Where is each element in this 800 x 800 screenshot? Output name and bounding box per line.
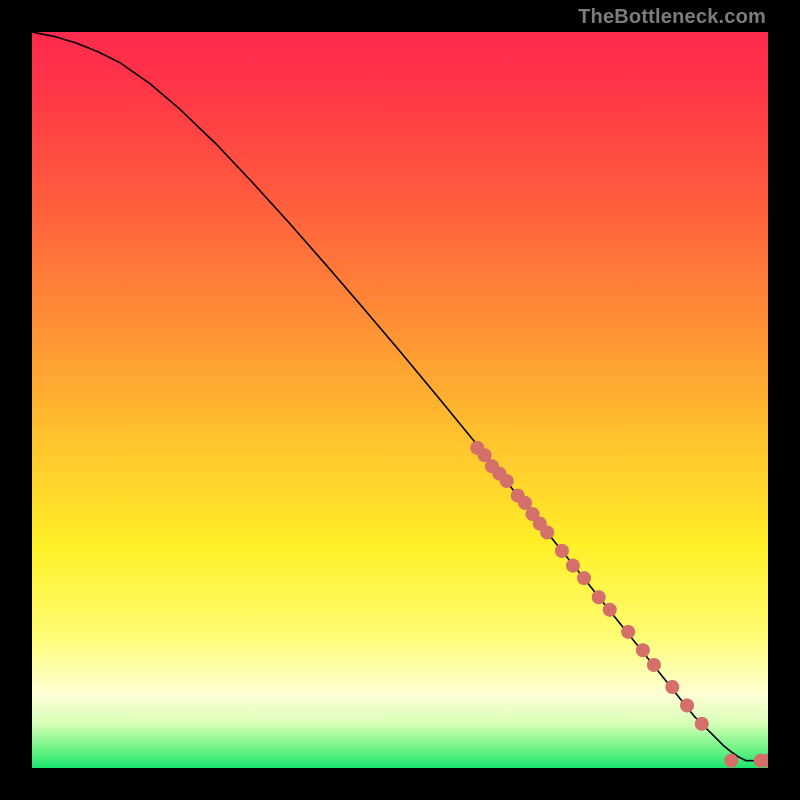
data-point <box>540 525 554 539</box>
data-point <box>577 571 591 585</box>
data-point <box>621 625 635 639</box>
data-point <box>665 680 679 694</box>
chart-stage: TheBottleneck.com <box>0 0 800 800</box>
plot-area <box>32 32 768 768</box>
attribution-label: TheBottleneck.com <box>578 6 766 29</box>
data-point <box>647 658 661 672</box>
data-point <box>566 559 580 573</box>
data-point <box>636 643 650 657</box>
data-point <box>592 590 606 604</box>
data-point <box>603 603 617 617</box>
data-point <box>500 474 514 488</box>
data-point <box>555 544 569 558</box>
data-point <box>680 698 694 712</box>
curve-line <box>32 32 768 761</box>
chart-overlay <box>32 32 768 768</box>
data-point <box>695 717 709 731</box>
data-point <box>724 754 738 768</box>
curve-markers <box>470 441 768 768</box>
